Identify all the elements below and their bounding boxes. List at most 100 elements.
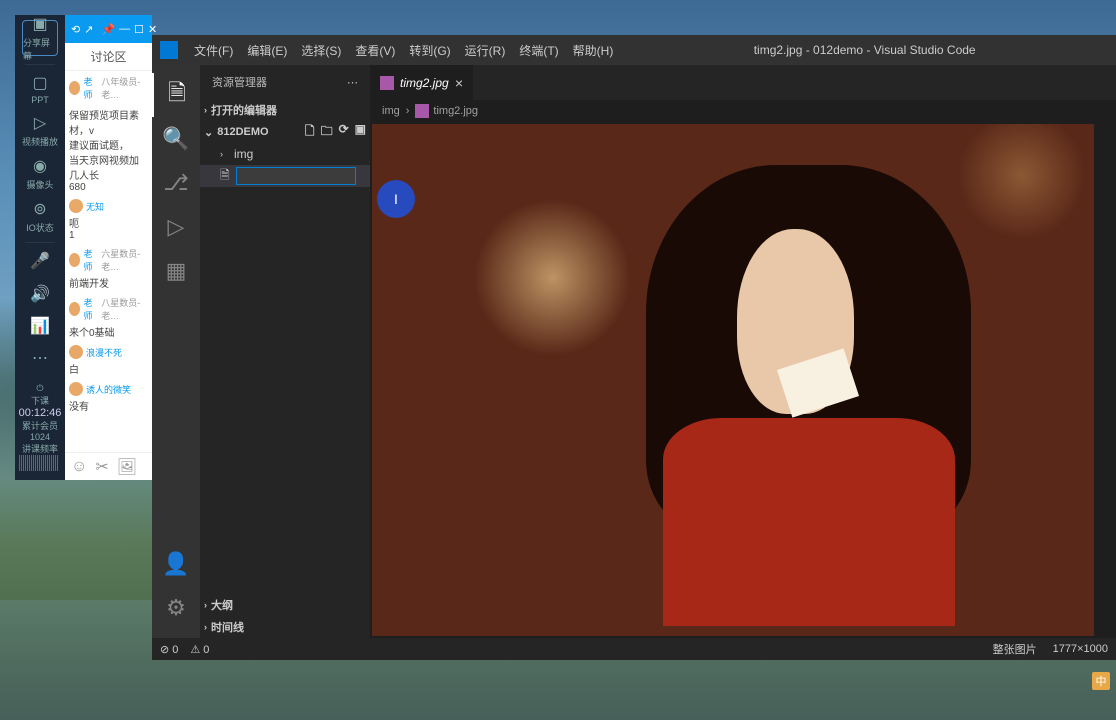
explorer-header: 资源管理器 ⋯ <box>200 65 370 99</box>
ppt-icon: ▢ <box>32 73 47 93</box>
power-icon: ⏻ <box>36 383 43 393</box>
extensions-activity[interactable]: ▦ <box>152 249 200 293</box>
brush-button[interactable]: 📊 <box>22 315 58 339</box>
share-screen-button[interactable]: ▣ 分享屏幕 <box>22 20 58 56</box>
menu-terminal[interactable]: 终端(T) <box>513 42 564 59</box>
close-button[interactable]: ✕ <box>148 23 157 36</box>
search-activity[interactable]: 🔍 <box>152 117 200 161</box>
tab-close-icon[interactable]: × <box>455 75 463 91</box>
audio-waveform <box>19 455 59 471</box>
chevron-right-icon: › <box>204 105 207 115</box>
activity-bar: 🗎 🔍 ⎇ ▷ ▦ 👤 ⚙ <box>152 65 200 638</box>
breadcrumb-item[interactable]: timg2.jpg <box>415 104 478 118</box>
explorer-panel: 资源管理器 ⋯ ›打开的编辑器 ⌄ 812DEMO 🗋 🗀 ⟳ ▣ ›img 🗎 <box>200 65 370 638</box>
vscode-window: 文件(F) 编辑(E) 选择(S) 查看(V) 转到(G) 运行(R) 终端(T… <box>152 35 1116 660</box>
avatar <box>69 302 80 316</box>
chat-input-toolbar: ☺ ✂ 🖼 <box>65 452 152 480</box>
explorer-more-icon[interactable]: ⋯ <box>347 76 358 89</box>
editor-area: timg2.jpg × img › timg2.jpg <box>370 65 1116 638</box>
project-header[interactable]: ⌄ 812DEMO 🗋 🗀 ⟳ ▣ <box>200 121 370 143</box>
image-preview[interactable] <box>370 122 1116 638</box>
chat-message: 老师八星数员-老… 来个0基础 <box>69 296 148 339</box>
reload-icon[interactable]: ⟲ <box>71 23 80 36</box>
menu-select[interactable]: 选择(S) <box>295 42 347 59</box>
collapse-icon[interactable]: ▣ <box>355 122 366 143</box>
chat-message: 诱人的微笑 没有 <box>69 382 148 413</box>
window-title: timg2.jpg - 012demo - Visual Studio Code <box>621 43 1108 57</box>
volume-button[interactable]: 🔊 <box>22 283 58 307</box>
chevron-right-icon: › <box>204 622 207 632</box>
popout-icon[interactable]: ↗ <box>84 23 93 36</box>
settings-activity[interactable]: ⚙ <box>152 586 200 630</box>
chevron-down-icon: ⌄ <box>204 126 213 139</box>
emoji-icon[interactable]: ☺ <box>71 458 87 476</box>
chat-message: 保留预览项目素材，v 建议面试题， 当天京网视频加几人长 680 <box>69 107 148 193</box>
status-zoom-mode[interactable]: 整张图片 <box>993 641 1037 657</box>
mic-button[interactable]: 🎤 <box>22 250 58 274</box>
menu-file[interactable]: 文件(F) <box>188 42 239 59</box>
pin-icon[interactable]: 📌 <box>101 23 115 36</box>
breadcrumb-item[interactable]: img <box>382 105 400 117</box>
preview-image <box>372 124 1094 636</box>
camera-button[interactable]: ◉摄像头 <box>22 156 58 191</box>
new-file-icon[interactable]: 🗋 <box>305 122 315 143</box>
tab-label: timg2.jpg <box>400 76 449 90</box>
ppt-button[interactable]: ▢PPT <box>22 73 58 105</box>
status-warnings[interactable]: ⚠ 0 <box>190 643 209 656</box>
status-errors[interactable]: ⊘ 0 <box>160 643 178 656</box>
project-name: 812DEMO <box>217 126 268 138</box>
breadcrumb[interactable]: img › timg2.jpg <box>370 100 1116 122</box>
chat-message: 浪漫不死 白 <box>69 345 148 376</box>
timeline-section[interactable]: ›时间线 <box>200 616 370 638</box>
new-folder-icon[interactable]: 🗀 <box>321 122 333 143</box>
explorer-title: 资源管理器 <box>212 74 267 90</box>
chat-message: 老师八年级员-老… <box>69 75 148 101</box>
editor-tab[interactable]: timg2.jpg × <box>370 65 474 100</box>
menu-view[interactable]: 查看(V) <box>349 42 401 59</box>
avatar <box>69 345 83 359</box>
io-button[interactable]: ⊚IO状态 <box>22 199 58 234</box>
refresh-icon[interactable]: ⟳ <box>339 122 349 143</box>
outline-section[interactable]: ›大纲 <box>200 594 370 616</box>
chat-message: 无知 呃 1 <box>69 199 148 241</box>
explorer-activity[interactable]: 🗎 <box>152 73 200 117</box>
discuss-tab[interactable]: 讨论区 <box>90 48 126 65</box>
menu-edit[interactable]: 编辑(E) <box>241 42 293 59</box>
vscode-titlebar[interactable]: 文件(F) 编辑(E) 选择(S) 查看(V) 转到(G) 运行(R) 终端(T… <box>152 35 1116 65</box>
menu-goto[interactable]: 转到(G) <box>403 42 456 59</box>
new-file-name-input[interactable] <box>236 167 356 185</box>
dots-icon: ⋯ <box>32 348 48 368</box>
chat-titlebar[interactable]: ⟲ ↗ 📌 — ☐ ✕ <box>65 15 152 43</box>
image-file-icon <box>415 104 429 118</box>
chat-messages[interactable]: 老师八年级员-老… 保留预览项目素材，v 建议面试题， 当天京网视频加几人长 6… <box>65 71 152 452</box>
minimize-button[interactable]: — <box>119 23 130 35</box>
avatar <box>69 382 83 396</box>
io-icon: ⊚ <box>33 199 46 219</box>
chevron-right-icon: › <box>406 105 410 117</box>
maximize-button[interactable]: ☐ <box>134 23 144 36</box>
ime-indicator[interactable]: 中 <box>1092 672 1110 690</box>
snip-icon[interactable]: ✂ <box>95 457 108 477</box>
open-editors-section[interactable]: ›打开的编辑器 <box>200 99 370 121</box>
play-icon: ▷ <box>34 113 46 133</box>
avatar <box>69 199 83 213</box>
tree-new-file-input[interactable]: 🗎 <box>200 165 370 187</box>
chat-message: 老师六星数员-老… 前端开发 <box>69 247 148 290</box>
account-activity[interactable]: 👤 <box>152 542 200 586</box>
avatar <box>69 253 80 267</box>
editor-tabs: timg2.jpg × <box>370 65 1116 100</box>
more-button[interactable]: ⋯ <box>22 347 58 371</box>
scrollbar[interactable] <box>1104 122 1116 638</box>
image-icon[interactable]: 🖼 <box>117 457 137 477</box>
class-end-button[interactable]: ⏻下课 <box>19 383 62 407</box>
status-image-size[interactable]: 1777×1000 <box>1053 643 1108 655</box>
stat-value: 1024 <box>19 432 62 442</box>
menu-help[interactable]: 帮助(H) <box>567 42 620 59</box>
file-icon: 🗎 <box>220 166 230 187</box>
cursor-highlight: I <box>377 180 415 218</box>
video-button[interactable]: ▷视频播放 <box>22 113 58 148</box>
scm-activity[interactable]: ⎇ <box>152 161 200 205</box>
menu-run[interactable]: 运行(R) <box>459 42 512 59</box>
debug-activity[interactable]: ▷ <box>152 205 200 249</box>
tree-folder-img[interactable]: ›img <box>200 143 370 165</box>
